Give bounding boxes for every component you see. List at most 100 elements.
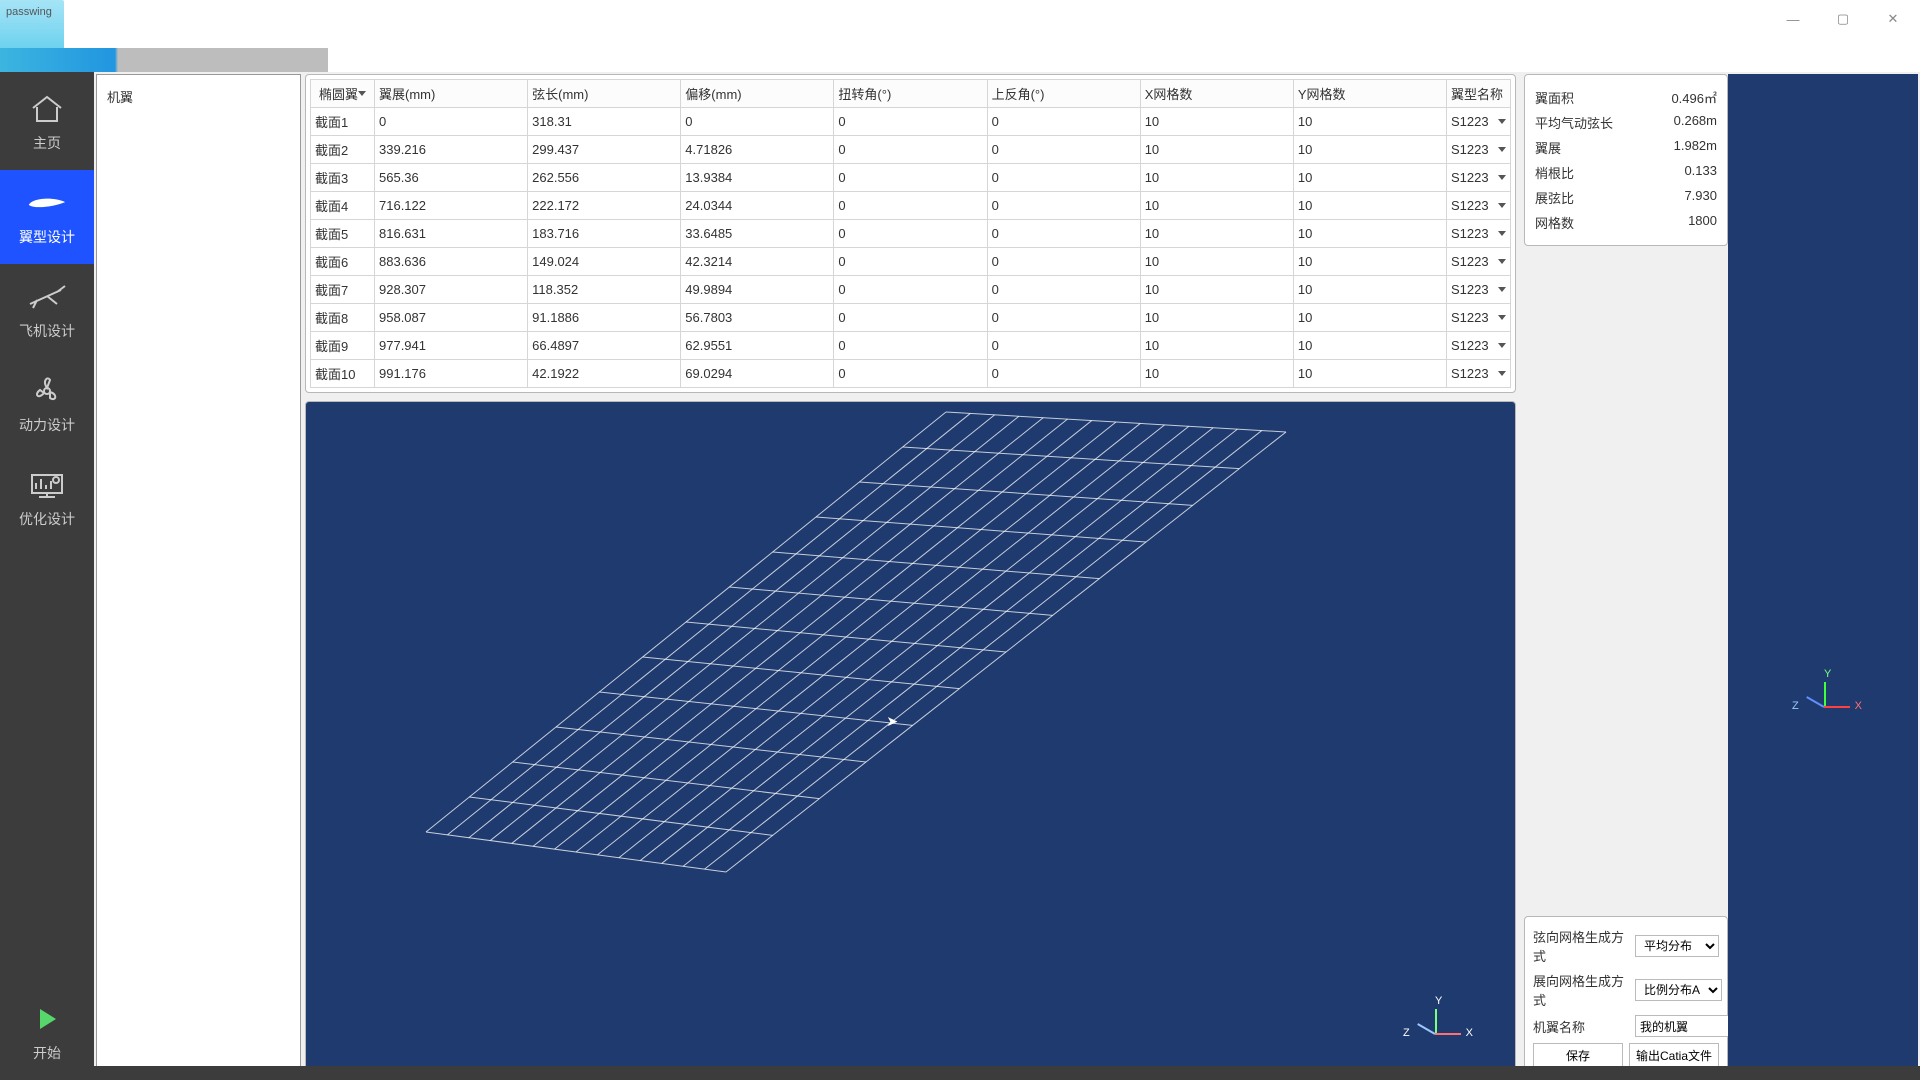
nav-home[interactable]: 主页 (0, 76, 94, 170)
cell-xgrid[interactable]: 10 (1140, 304, 1293, 332)
cell-xgrid[interactable]: 10 (1140, 248, 1293, 276)
chord-method-select[interactable]: 平均分布 (1635, 935, 1719, 957)
cell-twist[interactable]: 0 (834, 108, 987, 136)
cell-span[interactable]: 816.631 (375, 220, 528, 248)
cell-ygrid[interactable]: 10 (1293, 276, 1446, 304)
cell-span[interactable]: 958.087 (375, 304, 528, 332)
cell-twist[interactable]: 0 (834, 276, 987, 304)
wing-3d-viewport[interactable]: ➤ Y X Z (305, 401, 1516, 1078)
cell-twist[interactable]: 0 (834, 220, 987, 248)
cell-airfoil[interactable]: S1223 (1447, 136, 1511, 164)
tree-root-item[interactable]: 机翼 (107, 87, 290, 106)
cell-xgrid[interactable]: 10 (1140, 220, 1293, 248)
cell-xgrid[interactable]: 10 (1140, 276, 1293, 304)
nav-start[interactable]: 开始 (0, 986, 94, 1080)
nav-power-design[interactable]: 动力设计 (0, 358, 94, 452)
cell-chord[interactable]: 91.1886 (528, 304, 681, 332)
cell-ygrid[interactable]: 10 (1293, 136, 1446, 164)
cell-dihedral[interactable]: 0 (987, 360, 1140, 388)
cell-span[interactable]: 0 (375, 108, 528, 136)
cell-ygrid[interactable]: 10 (1293, 332, 1446, 360)
cell-twist[interactable]: 0 (834, 332, 987, 360)
nav-wing-design[interactable]: 翼型设计 (0, 170, 94, 264)
cell-airfoil[interactable]: S1223 (1447, 192, 1511, 220)
cell-chord[interactable]: 66.4897 (528, 332, 681, 360)
cell-ygrid[interactable]: 10 (1293, 304, 1446, 332)
cell-offset[interactable]: 56.7803 (681, 304, 834, 332)
cell-chord[interactable]: 118.352 (528, 276, 681, 304)
cell-span[interactable]: 565.36 (375, 164, 528, 192)
cell-airfoil[interactable]: S1223 (1447, 304, 1511, 332)
cell-ygrid[interactable]: 10 (1293, 108, 1446, 136)
cell-twist[interactable]: 0 (834, 136, 987, 164)
cell-chord[interactable]: 222.172 (528, 192, 681, 220)
cell-offset[interactable]: 42.3214 (681, 248, 834, 276)
cell-dihedral[interactable]: 0 (987, 164, 1140, 192)
cell-chord[interactable]: 183.716 (528, 220, 681, 248)
cell-dihedral[interactable]: 0 (987, 304, 1140, 332)
cell-ygrid[interactable]: 10 (1293, 360, 1446, 388)
cell-offset[interactable]: 13.9384 (681, 164, 834, 192)
cell-offset[interactable]: 69.0294 (681, 360, 834, 388)
export-catia-button[interactable]: 输出Catia文件 (1629, 1043, 1719, 1067)
cell-twist[interactable]: 0 (834, 164, 987, 192)
cell-span[interactable]: 339.216 (375, 136, 528, 164)
cell-chord[interactable]: 299.437 (528, 136, 681, 164)
save-button[interactable]: 保存 (1533, 1043, 1623, 1067)
cell-dihedral[interactable]: 0 (987, 136, 1140, 164)
cell-dihedral[interactable]: 0 (987, 192, 1140, 220)
cell-airfoil[interactable]: S1223 (1447, 248, 1511, 276)
cell-twist[interactable]: 0 (834, 192, 987, 220)
cell-airfoil[interactable]: S1223 (1447, 220, 1511, 248)
cell-chord[interactable]: 42.1922 (528, 360, 681, 388)
cell-twist[interactable]: 0 (834, 304, 987, 332)
cell-airfoil[interactable]: S1223 (1447, 332, 1511, 360)
cell-dihedral[interactable]: 0 (987, 276, 1140, 304)
cell-ygrid[interactable]: 10 (1293, 248, 1446, 276)
cell-offset[interactable]: 24.0344 (681, 192, 834, 220)
cell-span[interactable]: 928.307 (375, 276, 528, 304)
cell-dihedral[interactable]: 0 (987, 248, 1140, 276)
nav-plane-design[interactable]: 飞机设计 (0, 264, 94, 358)
cell-offset[interactable]: 62.9551 (681, 332, 834, 360)
cell-xgrid[interactable]: 10 (1140, 108, 1293, 136)
cell-offset[interactable]: 0 (681, 108, 834, 136)
cell-offset[interactable]: 33.6485 (681, 220, 834, 248)
cell-airfoil[interactable]: S1223 (1447, 164, 1511, 192)
cell-xgrid[interactable]: 10 (1140, 360, 1293, 388)
cell-chord[interactable]: 262.556 (528, 164, 681, 192)
cell-xgrid[interactable]: 10 (1140, 332, 1293, 360)
minimize-button[interactable]: — (1784, 10, 1802, 28)
secondary-3d-viewport[interactable]: Y X Z (1728, 74, 1918, 1078)
close-button[interactable]: ✕ (1884, 10, 1902, 28)
cell-offset[interactable]: 4.71826 (681, 136, 834, 164)
wing-shape-selector[interactable]: 椭圆翼 (311, 80, 375, 108)
cell-ygrid[interactable]: 10 (1293, 164, 1446, 192)
chevron-down-icon (1498, 259, 1506, 264)
span-method-select[interactable]: 比例分布A (1635, 979, 1722, 1001)
cell-dihedral[interactable]: 0 (987, 332, 1140, 360)
row-label: 截面8 (311, 304, 375, 332)
cell-span[interactable]: 991.176 (375, 360, 528, 388)
cell-airfoil[interactable]: S1223 (1447, 276, 1511, 304)
cell-dihedral[interactable]: 0 (987, 108, 1140, 136)
cell-xgrid[interactable]: 10 (1140, 136, 1293, 164)
cell-offset[interactable]: 49.9894 (681, 276, 834, 304)
cell-xgrid[interactable]: 10 (1140, 192, 1293, 220)
cell-airfoil[interactable]: S1223 (1447, 360, 1511, 388)
cell-ygrid[interactable]: 10 (1293, 220, 1446, 248)
cell-span[interactable]: 716.122 (375, 192, 528, 220)
cell-chord[interactable]: 149.024 (528, 248, 681, 276)
cell-span[interactable]: 977.941 (375, 332, 528, 360)
cell-chord[interactable]: 318.31 (528, 108, 681, 136)
cell-span[interactable]: 883.636 (375, 248, 528, 276)
chevron-down-icon (1498, 315, 1506, 320)
cell-twist[interactable]: 0 (834, 360, 987, 388)
maximize-button[interactable]: ▢ (1834, 10, 1852, 28)
cell-airfoil[interactable]: S1223 (1447, 108, 1511, 136)
cell-xgrid[interactable]: 10 (1140, 164, 1293, 192)
cell-dihedral[interactable]: 0 (987, 220, 1140, 248)
cell-twist[interactable]: 0 (834, 248, 987, 276)
cell-ygrid[interactable]: 10 (1293, 192, 1446, 220)
nav-optimize-design[interactable]: 优化设计 (0, 452, 94, 546)
